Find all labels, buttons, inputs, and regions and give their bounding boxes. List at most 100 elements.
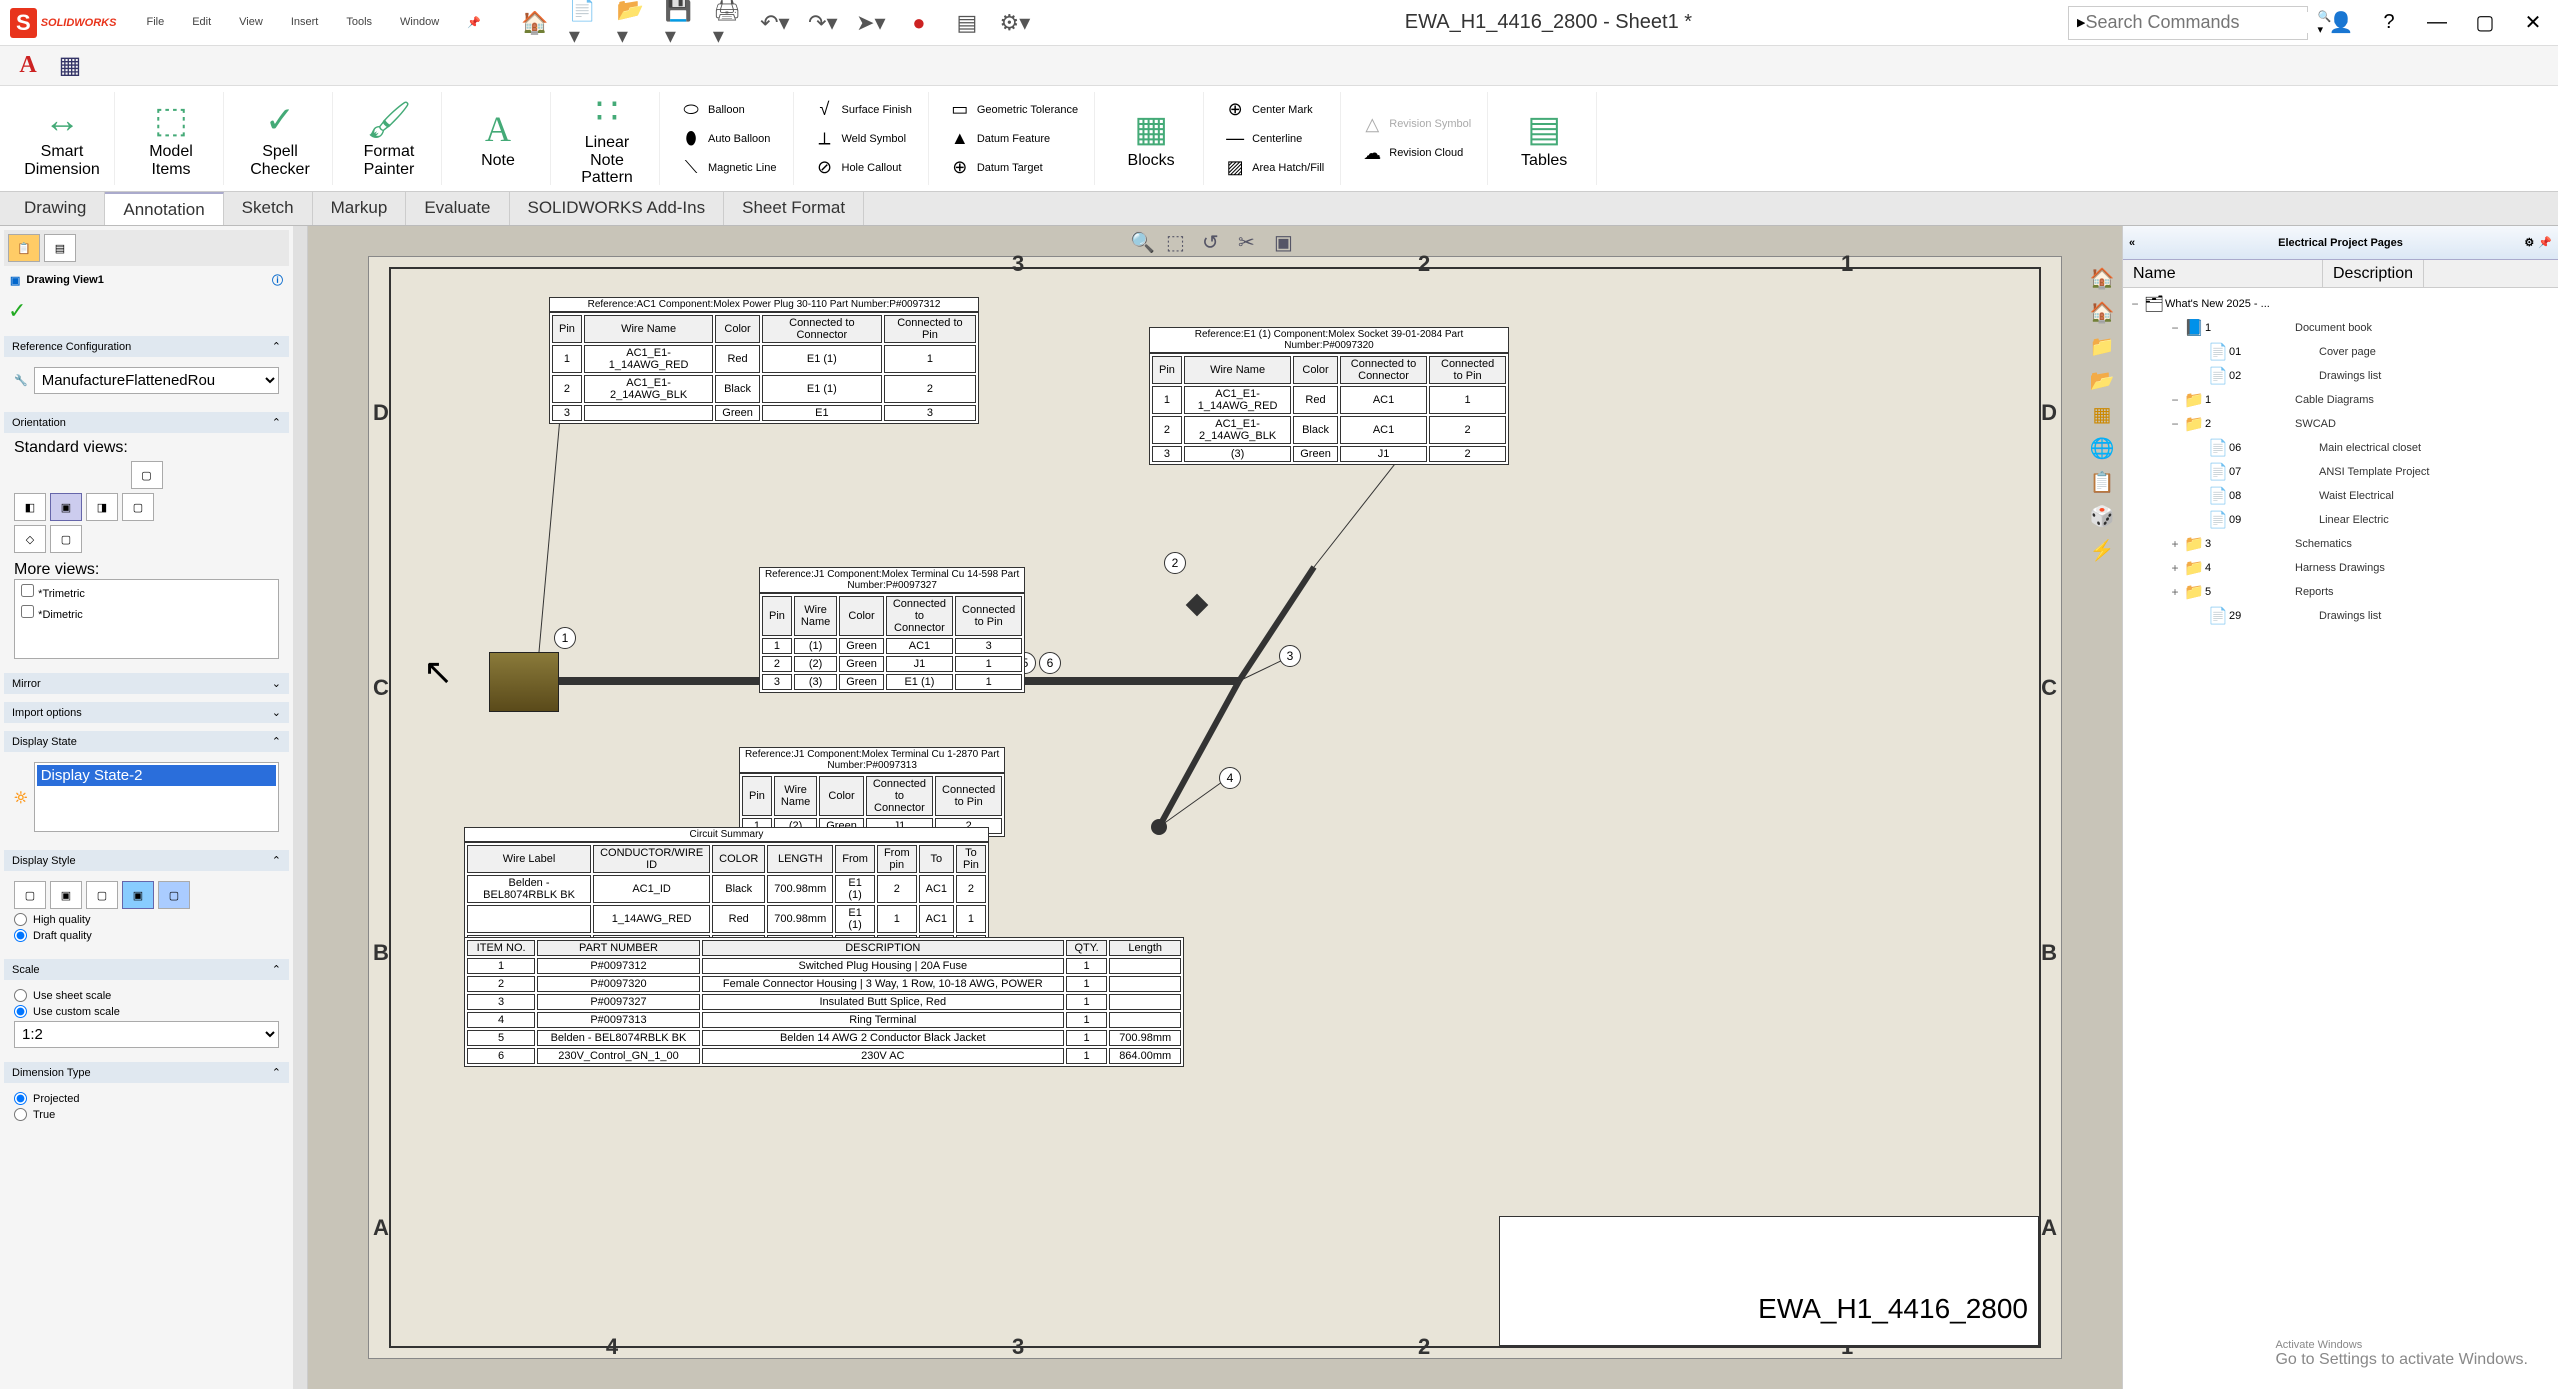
menu-insert[interactable]: Insert <box>291 16 319 29</box>
block-tool-icon[interactable]: ▦ <box>54 50 86 82</box>
menu-window[interactable]: Window <box>400 16 439 29</box>
zoom-fit-icon[interactable]: 🔍 <box>1130 230 1156 256</box>
display-state-item[interactable]: Display State-2 <box>37 765 276 786</box>
menu-edit[interactable]: Edit <box>192 16 211 29</box>
view-top[interactable]: ▣ <box>50 493 82 521</box>
settings-icon[interactable]: ⚙▾ <box>1001 9 1029 37</box>
help-icon[interactable]: ⓘ <box>272 272 283 288</box>
area-hatch-button[interactable]: ▨Area Hatch/Fill <box>1220 155 1328 180</box>
true-radio[interactable] <box>14 1108 27 1121</box>
view-back[interactable]: ▢ <box>122 493 154 521</box>
style-wireframe[interactable]: ▢ <box>14 881 46 909</box>
blocks-button[interactable]: ▦Blocks <box>1111 108 1191 170</box>
section-mirror[interactable]: Mirror⌄ <box>4 673 289 694</box>
tables-button[interactable]: ▤Tables <box>1504 108 1584 170</box>
dimetric-check[interactable] <box>21 605 34 618</box>
tab-addins[interactable]: SOLIDWORKS Add-Ins <box>510 192 725 225</box>
tree-row[interactable]: 📄 02 Drawings list <box>2127 364 2554 388</box>
section-display-state[interactable]: Display State⌃ <box>4 731 289 752</box>
high-quality-radio[interactable] <box>14 913 27 926</box>
model-items-button[interactable]: ⬚Model Items <box>131 99 211 178</box>
auto-balloon-button[interactable]: ⬮Auto Balloon <box>676 126 781 151</box>
minimize-icon[interactable]: — <box>2422 8 2452 38</box>
tab-sheet-format[interactable]: Sheet Format <box>724 192 864 225</box>
menu-file[interactable]: File <box>146 16 164 29</box>
open-icon[interactable]: 📂▾ <box>617 9 645 37</box>
section-dimension-type[interactable]: Dimension Type⌃ <box>4 1062 289 1083</box>
connector-table-j1a[interactable]: Reference:J1 Component:Molex Terminal Cu… <box>759 567 1025 693</box>
save-icon[interactable]: 💾▾ <box>665 9 693 37</box>
smart-dimension-button[interactable]: ↔Smart Dimension <box>22 99 102 178</box>
tree-row[interactable]: 📄 01 Cover page <box>2127 340 2554 364</box>
callout-4[interactable]: 4 <box>1219 767 1241 789</box>
draft-quality-radio[interactable] <box>14 929 27 942</box>
view-right[interactable]: ◨ <box>86 493 118 521</box>
display-state-list[interactable]: Display State-2 <box>34 762 279 832</box>
pm-tab-feature-icon[interactable]: 📋 <box>8 234 40 262</box>
weld-symbol-button[interactable]: ⟂Weld Symbol <box>810 126 916 151</box>
style-shaded[interactable]: ▢ <box>158 881 190 909</box>
connector-table-j1b[interactable]: Reference:J1 Component:Molex Terminal Cu… <box>739 747 1005 837</box>
tree-row[interactable]: + 📁 3 Schematics <box>2127 532 2554 556</box>
menu-view[interactable]: View <box>239 16 263 29</box>
connector-table-ac1[interactable]: Reference:AC1 Component:Molex Power Plug… <box>549 297 979 424</box>
note-button[interactable]: ANote <box>458 108 538 170</box>
connector-table-e1[interactable]: Reference:E1 (1) Component:Molex Socket … <box>1149 327 1509 465</box>
format-painter-button[interactable]: 🖌Format Painter <box>349 99 429 178</box>
rp-back-icon[interactable]: « <box>2129 237 2135 249</box>
pm-tab-config-icon[interactable]: ▤ <box>44 234 76 262</box>
callout-3[interactable]: 3 <box>1279 645 1301 667</box>
menu-pin-icon[interactable]: 📌 <box>467 16 481 29</box>
elec-tp-icon[interactable]: ⚡ <box>2088 538 2116 566</box>
style-hidden-visible[interactable]: ▣ <box>50 881 82 909</box>
undo-icon[interactable]: ↶▾ <box>761 9 789 37</box>
maximize-icon[interactable]: ▢ <box>2470 8 2500 38</box>
view-bottom[interactable]: ▢ <box>50 525 82 553</box>
design-lib-tp-icon[interactable]: 📁 <box>2088 334 2116 362</box>
section-import[interactable]: Import options⌄ <box>4 702 289 723</box>
user-icon[interactable]: 👤 <box>2326 8 2356 38</box>
help-icon[interactable]: ? <box>2374 8 2404 38</box>
tree-row[interactable]: 📄 29 Drawings list <box>2127 604 2554 628</box>
sheet-scale-radio[interactable] <box>14 989 27 1002</box>
options-icon[interactable]: ▤ <box>953 9 981 37</box>
datum-target-button[interactable]: ⊕Datum Target <box>945 155 1082 180</box>
home-icon[interactable]: 🏠 <box>521 9 549 37</box>
rp-settings-icon[interactable]: ⚙ <box>2524 236 2534 249</box>
new-icon[interactable]: 📄▾ <box>569 9 597 37</box>
view-front[interactable]: ▢ <box>131 461 163 489</box>
search-play-icon[interactable]: ▶ <box>2077 16 2085 29</box>
tree-row[interactable]: + 📁 4 Harness Drawings <box>2127 556 2554 580</box>
linear-note-pattern-button[interactable]: ∷Linear Note Pattern <box>567 90 647 187</box>
magnetic-line-button[interactable]: ⟍Magnetic Line <box>676 155 781 180</box>
hole-callout-button[interactable]: ⊘Hole Callout <box>810 155 916 180</box>
tab-sketch[interactable]: Sketch <box>224 192 313 225</box>
section-display-style[interactable]: Display Style⌃ <box>4 850 289 871</box>
tree-row[interactable]: − 📁 2 SWCAD <box>2127 412 2554 436</box>
config-select[interactable]: ManufactureFlattenedRou <box>34 367 279 394</box>
geometric-tolerance-button[interactable]: ▭Geometric Tolerance <box>945 97 1082 122</box>
expand-icon[interactable]: − <box>2127 297 2143 311</box>
projected-radio[interactable] <box>14 1092 27 1105</box>
toggle-icon[interactable]: − <box>2167 417 2183 431</box>
scale-select[interactable]: 1:2 <box>14 1021 279 1048</box>
balloon-button[interactable]: ⬭Balloon <box>676 97 781 122</box>
rebuild-icon[interactable]: ● <box>905 9 933 37</box>
callout-6[interactable]: 6 <box>1039 652 1061 674</box>
tree-root[interactable]: − 🗂 What's New 2025 - ... <box>2127 292 2554 316</box>
custom-scale-radio[interactable] <box>14 1005 27 1018</box>
toggle-icon[interactable]: − <box>2167 321 2183 335</box>
tree-row[interactable]: 📄 06 Main electrical closet <box>2127 436 2554 460</box>
view-palette-tp-icon[interactable]: ▦ <box>2088 402 2116 430</box>
note-tool-icon[interactable]: A <box>12 50 44 82</box>
toggle-icon[interactable]: + <box>2167 537 2183 551</box>
tree-row[interactable]: 📄 08 Waist Electrical <box>2127 484 2554 508</box>
section-reference-config[interactable]: Reference Configuration⌃ <box>4 336 289 357</box>
toggle-icon[interactable]: + <box>2167 561 2183 575</box>
print-icon[interactable]: 🖨▾ <box>713 9 741 37</box>
connector-ac1[interactable] <box>489 652 559 712</box>
forum-tp-icon[interactable]: 🎲 <box>2088 504 2116 532</box>
bom-table[interactable]: ITEM NO.PART NUMBERDESCRIPTIONQTY.Length… <box>464 937 1184 1067</box>
center-mark-button[interactable]: ⊕Center Mark <box>1220 97 1328 122</box>
tab-markup[interactable]: Markup <box>313 192 407 225</box>
